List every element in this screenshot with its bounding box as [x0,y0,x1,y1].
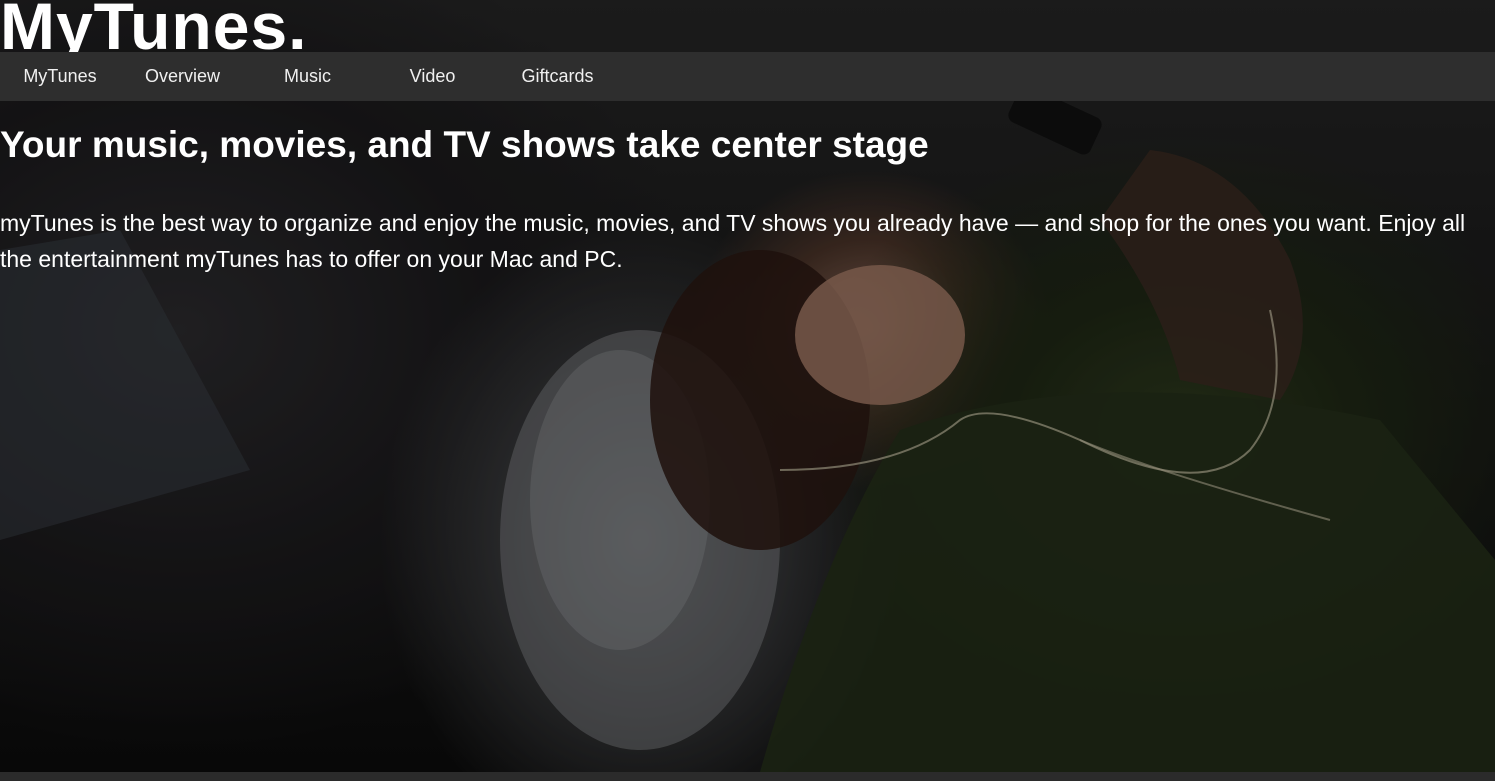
brand-logo[interactable]: MyTunes. [0,0,307,52]
hero-headline: Your music, movies, and TV shows take ce… [0,124,929,165]
page-bottom-bar [0,772,1495,781]
page: MyTunes. MyTunes Overview Music Video Gi… [0,0,1495,781]
nav-item-music[interactable]: Music [245,52,370,101]
nav-item-overview[interactable]: Overview [120,52,245,101]
nav-item-video[interactable]: Video [370,52,495,101]
nav-item-giftcards[interactable]: Giftcards [495,52,620,101]
hero-photo-illustration [0,0,1495,772]
hero-background-image [0,0,1495,772]
nav-item-mytunes[interactable]: MyTunes [0,52,120,101]
hero-paragraph: myTunes is the best way to organize and … [0,210,1466,272]
main-nav: MyTunes Overview Music Video Giftcards [0,52,1495,101]
